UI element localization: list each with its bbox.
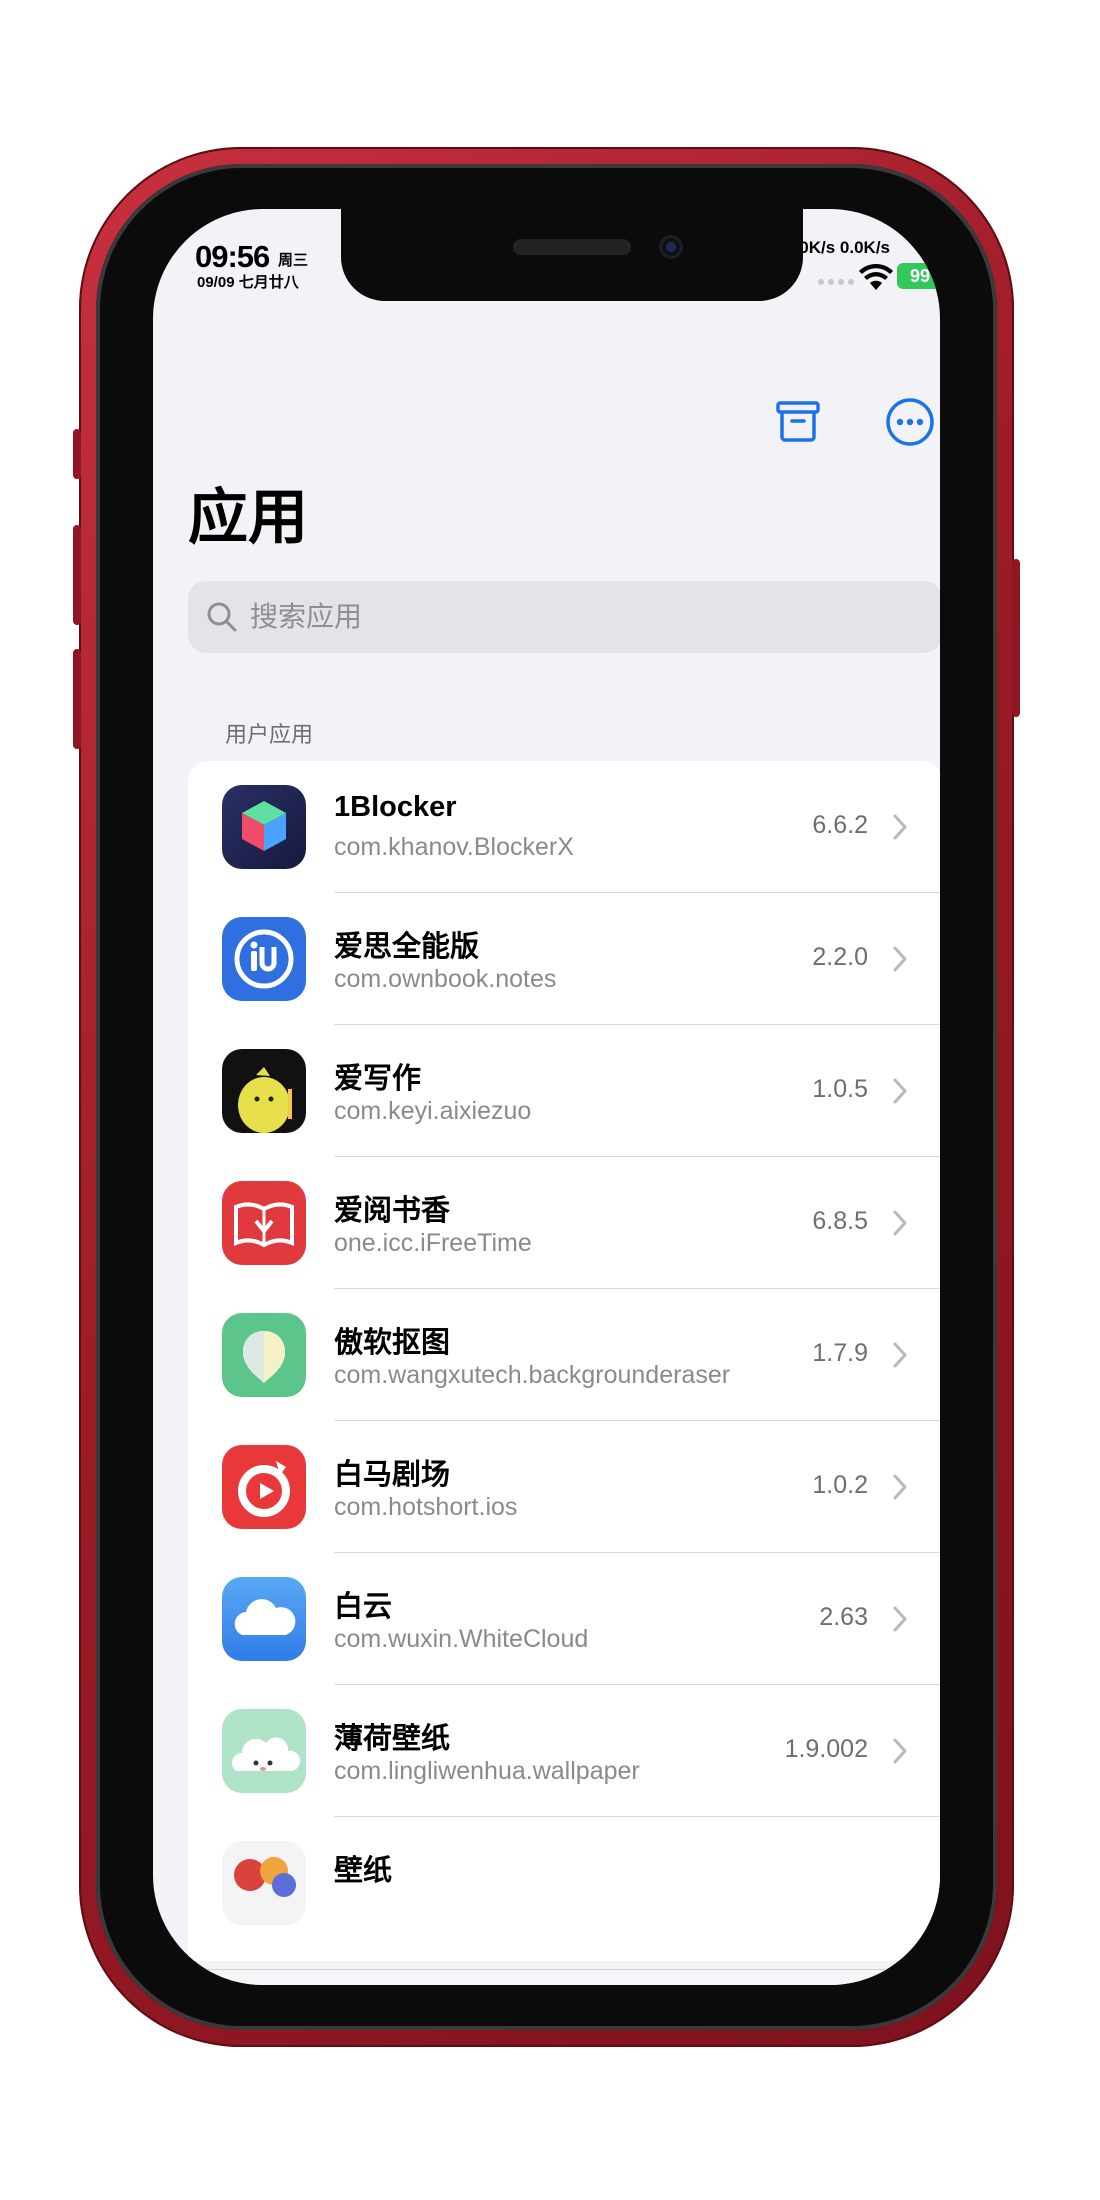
chevron-right-icon bbox=[893, 1606, 907, 1632]
tab-backup[interactable]: 备份 bbox=[613, 1982, 733, 1985]
app-name: 傲软抠图 bbox=[334, 1327, 451, 1359]
aiyueshuxiang-app-icon bbox=[222, 1181, 306, 1265]
baiyun-app-icon bbox=[222, 1577, 306, 1661]
tab-bar: 应用 插件 备份 bbox=[153, 1969, 940, 1985]
list-item[interactable]: 1Blocker com.khanov.BlockerX 6.6.2 bbox=[188, 761, 940, 893]
puzzle-icon bbox=[439, 1982, 493, 1985]
baima-juchang-app-icon bbox=[222, 1445, 306, 1529]
search-bar[interactable] bbox=[188, 581, 940, 653]
ellipsis-circle-icon[interactable] bbox=[885, 397, 935, 447]
status-time: 09:56 bbox=[195, 239, 270, 274]
cellular-signal-icon bbox=[818, 279, 854, 285]
list-item[interactable]: 壁纸 bbox=[188, 1817, 940, 1949]
volume-down-button bbox=[73, 649, 81, 749]
app-name: 爱思全能版 bbox=[334, 931, 480, 963]
app-bundle-id: com.lingliwenhua.wallpaper bbox=[334, 1757, 640, 1785]
tab-plugins[interactable]: 插件 bbox=[406, 1982, 526, 1985]
speaker-grille bbox=[513, 239, 631, 255]
app-name: 白云 bbox=[334, 1591, 393, 1623]
phone-frame: 09:56 周三 09/09 七月廿八 0.0K/s 0.0K/s 99 应用 … bbox=[73, 147, 1020, 2047]
page-title: 应用 bbox=[188, 484, 308, 551]
bohe-bizhi-app-icon bbox=[222, 1709, 306, 1793]
chevron-right-icon bbox=[893, 1474, 907, 1500]
tab-apps[interactable]: 应用 bbox=[199, 1982, 319, 1985]
list-item[interactable]: 爱写作 com.keyi.aixiezuo 1.0.5 bbox=[188, 1025, 940, 1157]
archive-box-icon[interactable] bbox=[773, 397, 823, 447]
status-weekday: 周三 bbox=[278, 252, 309, 269]
chevron-right-icon bbox=[893, 814, 907, 840]
tab-settings[interactable]: 设置 bbox=[820, 1982, 940, 1985]
app-bundle-id: com.wangxutech.backgrounderaser bbox=[334, 1361, 731, 1389]
list-item[interactable]: 薄荷壁纸 com.lingliwenhua.wallpaper 1.9.002 bbox=[188, 1685, 940, 1817]
notch bbox=[341, 209, 803, 301]
app-name: 1Blocker bbox=[334, 791, 457, 823]
front-camera bbox=[659, 235, 683, 259]
aoruan-koutu-app-icon bbox=[222, 1313, 306, 1397]
list-item[interactable]: 白云 com.wuxin.WhiteCloud 2.63 bbox=[188, 1553, 940, 1685]
app-bundle-id: com.ownbook.notes bbox=[334, 965, 557, 993]
chevron-right-icon bbox=[893, 1210, 907, 1236]
app-version: 6.8.5 bbox=[812, 1207, 868, 1235]
app-version: 1.0.5 bbox=[812, 1075, 868, 1103]
wifi-icon bbox=[859, 264, 893, 290]
chevron-right-icon bbox=[893, 1738, 907, 1764]
aixiezuo-app-icon bbox=[222, 1049, 306, 1133]
app-name: 爱阅书香 bbox=[334, 1195, 451, 1227]
status-date: 09/09 七月廿八 bbox=[197, 274, 299, 291]
power-button bbox=[1012, 559, 1020, 717]
aisi-app-icon bbox=[222, 917, 306, 1001]
1blocker-app-icon bbox=[222, 785, 306, 869]
chevron-right-icon bbox=[893, 1342, 907, 1368]
transfer-arrows-icon bbox=[646, 1982, 700, 1985]
app-version: 2.63 bbox=[819, 1603, 868, 1631]
app-name: 白马剧场 bbox=[334, 1459, 451, 1491]
app-bundle-id: com.keyi.aixiezuo bbox=[334, 1097, 532, 1125]
list-item[interactable]: 白马剧场 com.hotshort.ios 1.0.2 bbox=[188, 1421, 940, 1553]
chevron-right-icon bbox=[893, 946, 907, 972]
app-version: 2.2.0 bbox=[812, 943, 868, 971]
list-item[interactable]: 傲软抠图 com.wangxutech.backgrounderaser 1.7… bbox=[188, 1289, 940, 1421]
app-list: 1Blocker com.khanov.BlockerX 6.6.2 爱思全能版… bbox=[188, 761, 940, 1961]
app-name: 壁纸 bbox=[334, 1855, 393, 1887]
app-bundle-id: one.icc.iFreeTime bbox=[334, 1229, 532, 1257]
mute-switch bbox=[73, 429, 81, 479]
list-item[interactable]: 爱思全能版 com.ownbook.notes 2.2.0 bbox=[188, 893, 940, 1025]
app-name: 爱写作 bbox=[334, 1063, 422, 1095]
section-header-user-apps: 用户应用 bbox=[225, 722, 314, 747]
bizhi-app-icon bbox=[222, 1841, 306, 1925]
volume-up-button bbox=[73, 525, 81, 625]
app-bundle-id: com.hotshort.ios bbox=[334, 1493, 518, 1521]
app-version: 6.6.2 bbox=[812, 811, 868, 839]
list-item[interactable]: 爱阅书香 one.icc.iFreeTime 6.8.5 bbox=[188, 1157, 940, 1289]
app-version: 1.9.002 bbox=[784, 1735, 868, 1763]
search-icon bbox=[207, 602, 237, 632]
grid-icon bbox=[232, 1982, 286, 1985]
app-name: 薄荷壁纸 bbox=[334, 1723, 451, 1755]
app-bundle-id: com.wuxin.WhiteCloud bbox=[334, 1625, 589, 1653]
chevron-right-icon bbox=[893, 1078, 907, 1104]
gear-icon bbox=[876, 1984, 884, 1985]
phone-bezel: 09:56 周三 09/09 七月廿八 0.0K/s 0.0K/s 99 应用 … bbox=[96, 164, 997, 2030]
app-version: 1.7.9 bbox=[812, 1339, 868, 1367]
battery-indicator: 99 bbox=[897, 263, 940, 289]
search-input[interactable] bbox=[250, 581, 920, 653]
app-bundle-id: com.khanov.BlockerX bbox=[334, 833, 574, 861]
app-version: 1.0.2 bbox=[812, 1471, 868, 1499]
screen: 09:56 周三 09/09 七月廿八 0.0K/s 0.0K/s 99 应用 … bbox=[153, 209, 940, 1985]
